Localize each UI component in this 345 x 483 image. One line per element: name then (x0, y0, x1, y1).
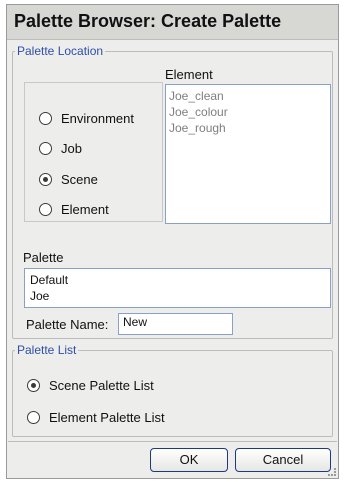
palette-header: Palette (23, 250, 64, 265)
element-item-joe-clean[interactable]: Joe_clean (166, 88, 330, 104)
palette-list-legend: Palette List (17, 343, 77, 357)
radio-element-palette-list-indicator[interactable] (27, 411, 40, 424)
palette-name-input[interactable]: New (118, 313, 233, 335)
radio-environment-label: Environment (61, 111, 134, 126)
button-separator (8, 441, 337, 442)
resize-grip-icon[interactable] (328, 468, 336, 476)
cancel-button[interactable]: Cancel (235, 448, 331, 472)
palette-listbox[interactable]: Default Joe (24, 268, 331, 308)
element-header: Element (165, 67, 213, 82)
palette-location-legend: Palette Location (17, 44, 104, 58)
radio-element[interactable]: Element (39, 202, 109, 217)
radio-element-palette-list[interactable]: Element Palette List (27, 410, 165, 425)
element-item-joe-rough[interactable]: Joe_rough (166, 120, 330, 136)
create-palette-dialog: Palette Browser: Create Palette Palette … (6, 4, 339, 479)
radio-job[interactable]: Job (39, 141, 82, 156)
radio-job-label: Job (61, 141, 82, 156)
radio-scene-palette-list-indicator[interactable] (27, 379, 40, 392)
radio-scene-indicator[interactable] (39, 173, 52, 186)
radio-element-label: Element (61, 202, 109, 217)
location-options-panel: Environment Job Scene Element (24, 82, 163, 222)
ok-button[interactable]: OK (150, 448, 228, 472)
radio-job-indicator[interactable] (39, 142, 52, 155)
radio-scene-palette-list[interactable]: Scene Palette List (27, 378, 154, 393)
radio-scene-label: Scene (61, 172, 98, 187)
radio-scene-palette-list-label: Scene Palette List (49, 378, 154, 393)
radio-environment[interactable]: Environment (39, 111, 134, 126)
radio-element-indicator[interactable] (39, 203, 52, 216)
palette-item-joe[interactable]: Joe (25, 288, 330, 304)
title-bar: Palette Browser: Create Palette (7, 5, 338, 40)
palette-item-default[interactable]: Default (25, 272, 330, 288)
element-listbox[interactable]: Joe_clean Joe_colour Joe_rough (165, 84, 331, 224)
radio-scene[interactable]: Scene (39, 172, 98, 187)
dialog-title: Palette Browser: Create Palette (14, 11, 282, 31)
radio-element-palette-list-label: Element Palette List (49, 410, 165, 425)
palette-name-label: Palette Name: (26, 317, 109, 332)
element-item-joe-colour[interactable]: Joe_colour (166, 104, 330, 120)
radio-environment-indicator[interactable] (39, 112, 52, 125)
